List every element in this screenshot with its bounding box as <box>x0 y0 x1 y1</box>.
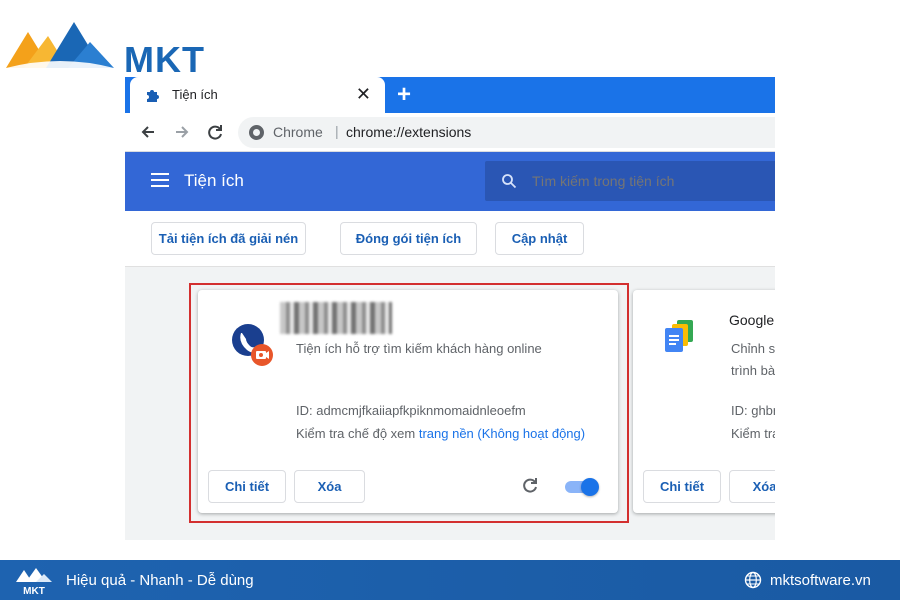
google-docs-icon <box>665 320 693 352</box>
forward-arrow-icon[interactable] <box>171 121 193 143</box>
omnibox-chip-label: Chrome <box>273 124 323 140</box>
tab-bar: Tiện ích ✕ + <box>125 77 775 113</box>
highlight-frame <box>189 283 629 523</box>
page: MKT Tiện ích ✕ + Chrome | chrome://exten… <box>0 0 900 600</box>
inspect-views: Kiểm tra <box>731 426 775 441</box>
close-icon[interactable]: ✕ <box>356 84 371 104</box>
logo-text: MKT <box>124 39 205 80</box>
omnibox-url[interactable]: chrome://extensions <box>346 124 471 140</box>
omnibox-separator: | <box>335 123 339 139</box>
extension-id: ID: ghbr <box>731 403 775 418</box>
new-tab-button[interactable]: + <box>397 81 411 109</box>
extension-name: Google <box>729 312 775 328</box>
chrome-icon <box>249 125 264 140</box>
mkt-logo-mark-icon <box>6 22 114 70</box>
search-box[interactable] <box>485 161 775 201</box>
description-line: Chỉnh s <box>731 341 775 356</box>
mkt-logo: MKT <box>6 18 226 80</box>
remove-button[interactable]: Xóa <box>729 470 775 503</box>
back-arrow-icon[interactable] <box>137 121 159 143</box>
extension-card: Google Chỉnh s trình bà ID: ghbr Kiểm tr… <box>633 290 775 513</box>
details-button[interactable]: Chi tiết <box>643 470 721 503</box>
globe-icon <box>744 571 762 589</box>
footer-banner: MKT Hiệu quả - Nhanh - Dễ dùng mktsoftwa… <box>0 560 900 600</box>
reload-icon[interactable] <box>204 121 226 143</box>
action-row: Tải tiện ích đã giải nén Đóng gói tiện í… <box>125 211 775 267</box>
description-line: trình bà <box>731 363 775 378</box>
search-input[interactable] <box>532 173 772 189</box>
tab-title: Tiện ích <box>172 87 218 102</box>
search-icon <box>502 174 517 189</box>
load-unpacked-button[interactable]: Tải tiện ích đã giải nén <box>151 222 306 255</box>
extensions-header: Tiện ích <box>125 152 775 211</box>
extension-description: Chỉnh s trình bà <box>731 338 775 382</box>
menu-icon[interactable] <box>151 173 169 187</box>
footer-tagline: Hiệu quả - Nhanh - Dễ dùng <box>66 572 254 589</box>
footer-website-link[interactable]: mktsoftware.vn <box>770 572 871 589</box>
footer-logo-text: MKT <box>23 586 45 596</box>
browser-toolbar: Chrome | chrome://extensions <box>125 113 775 152</box>
mkt-footer-logo-icon: MKT <box>16 568 52 596</box>
pack-extension-button[interactable]: Đóng gói tiện ích <box>340 222 477 255</box>
puzzle-icon <box>147 90 159 102</box>
page-title: Tiện ích <box>184 171 244 190</box>
update-button[interactable]: Cập nhật <box>495 222 584 255</box>
address-bar[interactable]: Chrome | chrome://extensions <box>238 117 775 148</box>
tab-extensions[interactable]: Tiện ích ✕ <box>130 77 385 113</box>
